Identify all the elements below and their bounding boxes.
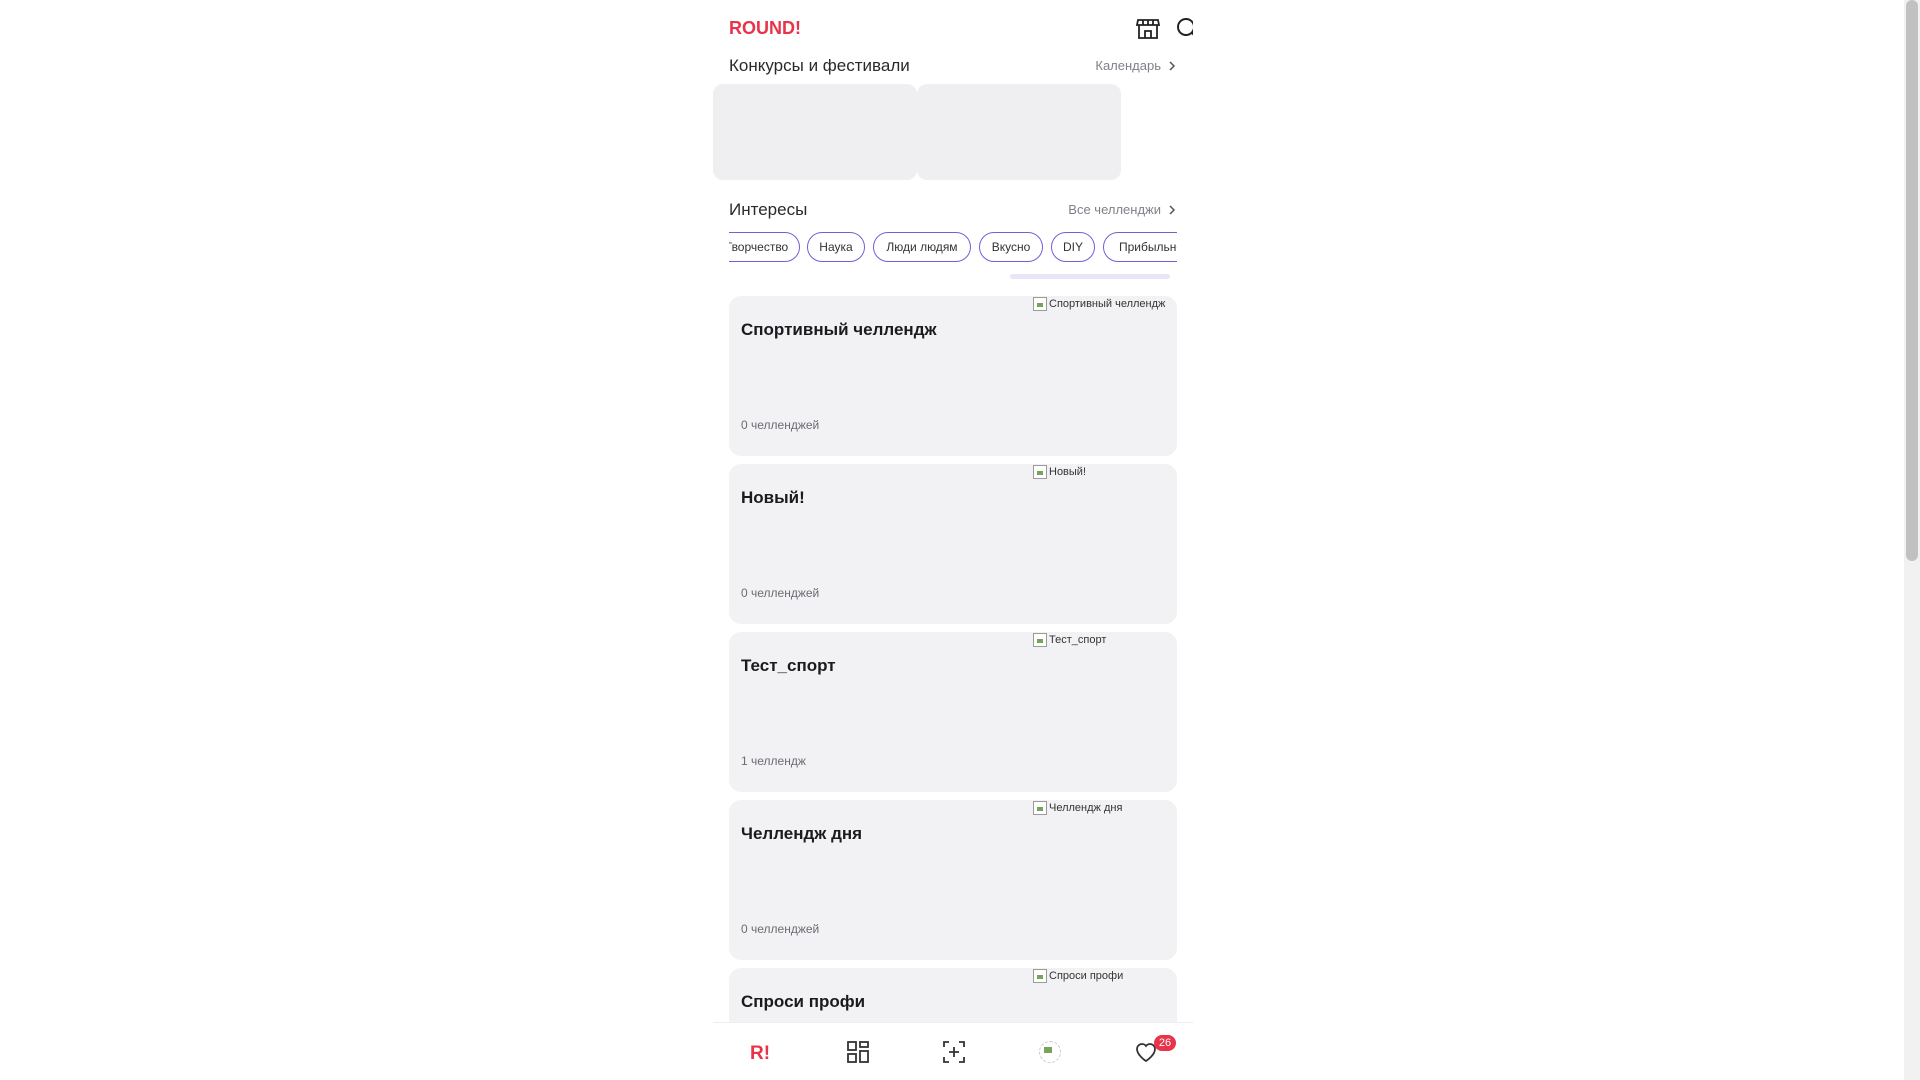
card-image: Челлендж дня	[1033, 800, 1122, 816]
favorites-heart-icon[interactable]: 26	[1131, 1035, 1176, 1067]
app-container: ROUND! Конкурсы и фестивали Календарь Ин…	[713, 0, 1193, 1080]
interests-title: Интересы	[729, 200, 808, 219]
store-icon[interactable]	[1135, 16, 1163, 44]
contest-card[interactable]	[713, 84, 917, 180]
catalog-grid-icon[interactable]	[843, 1037, 873, 1067]
card-count: 0 челленджей	[741, 922, 820, 936]
chevron-right-icon	[1169, 60, 1176, 71]
challenge-category-card[interactable]: Челлендж дня 0 челленджей Челлендж дня	[729, 800, 1177, 960]
top-header: ROUND!	[729, 16, 1193, 40]
all-challenges-link-label: Все челленджи	[1068, 202, 1161, 217]
contests-section-header: Конкурсы и фестивали Календарь	[729, 56, 1177, 80]
contest-card[interactable]	[917, 84, 1121, 180]
chip-creativity[interactable]: Творчество	[729, 232, 800, 262]
chip-tasty[interactable]: Вкусно	[979, 232, 1043, 262]
chip-profitable[interactable]: Прибыльно	[1103, 232, 1177, 262]
avatar[interactable]	[1035, 1037, 1065, 1067]
card-image: Новый!	[1033, 464, 1086, 480]
contests-title: Конкурсы и фестивали	[729, 56, 910, 75]
add-challenge-icon[interactable]	[939, 1037, 969, 1067]
broken-image-icon	[1033, 969, 1047, 983]
chevron-right-icon	[1169, 204, 1176, 215]
card-title: Челлендж дня	[741, 824, 863, 843]
card-count: 1 челлендж	[741, 754, 806, 768]
home-logo-icon[interactable]: R!	[747, 1037, 777, 1067]
svg-text:ROUND!: ROUND!	[729, 19, 801, 37]
broken-image-icon	[1033, 465, 1047, 479]
interest-chips[interactable]: Творчество Наука Люди людям Вкусно DIY П…	[729, 232, 1177, 264]
challenge-category-card[interactable]: Тест_спорт 1 челлендж Тест_спорт	[729, 632, 1177, 792]
card-image-alt: Челлендж дня	[1049, 802, 1123, 814]
calendar-link[interactable]: Календарь	[1095, 58, 1177, 73]
page-scrollbar-thumb[interactable]	[1906, 0, 1918, 561]
card-image-alt: Спроси профи	[1049, 970, 1124, 982]
profile-avatar-image	[1039, 1041, 1061, 1063]
round-logo[interactable]: ROUND!	[729, 19, 829, 37]
card-image-alt: Новый!	[1049, 466, 1087, 478]
broken-image-icon	[1033, 633, 1047, 647]
card-count: 0 челленджей	[741, 586, 820, 600]
card-image: Спроси профи	[1033, 968, 1123, 984]
card-title: Тест_спорт	[741, 656, 836, 675]
broken-image-icon	[1033, 297, 1047, 311]
challenge-category-card[interactable]: Новый! 0 челленджей Новый!	[729, 464, 1177, 624]
search-icon[interactable]	[1175, 16, 1193, 44]
broken-image-icon	[1033, 801, 1047, 815]
card-title: Новый!	[741, 488, 805, 507]
all-challenges-link[interactable]: Все челленджи	[1068, 202, 1177, 217]
card-image: Тест_спорт	[1033, 632, 1106, 648]
chip-diy[interactable]: DIY	[1051, 232, 1095, 262]
card-image: Спортивный челлендж	[1033, 296, 1165, 312]
chips-scroll-indicator	[1010, 274, 1170, 279]
contests-carousel[interactable]	[713, 84, 1193, 180]
interests-section-header: Интересы Все челленджи	[729, 200, 1177, 224]
card-title: Спортивный челлендж	[741, 320, 937, 339]
card-image-alt: Тест_спорт	[1049, 634, 1107, 646]
card-count: 0 челленджей	[741, 418, 820, 432]
chip-people[interactable]: Люди людям	[873, 232, 971, 262]
card-image-alt: Спортивный челлендж	[1049, 298, 1166, 310]
favorites-count-badge: 26	[1154, 1035, 1176, 1051]
chip-science[interactable]: Наука	[807, 232, 865, 262]
card-title: Спроси профи	[741, 992, 866, 1011]
challenge-category-card[interactable]: Спортивный челлендж 0 челленджей Спортив…	[729, 296, 1177, 456]
bottom-navigation: R! 26	[713, 1022, 1193, 1080]
svg-text:R!: R!	[750, 1043, 770, 1062]
calendar-link-label: Календарь	[1095, 58, 1161, 73]
